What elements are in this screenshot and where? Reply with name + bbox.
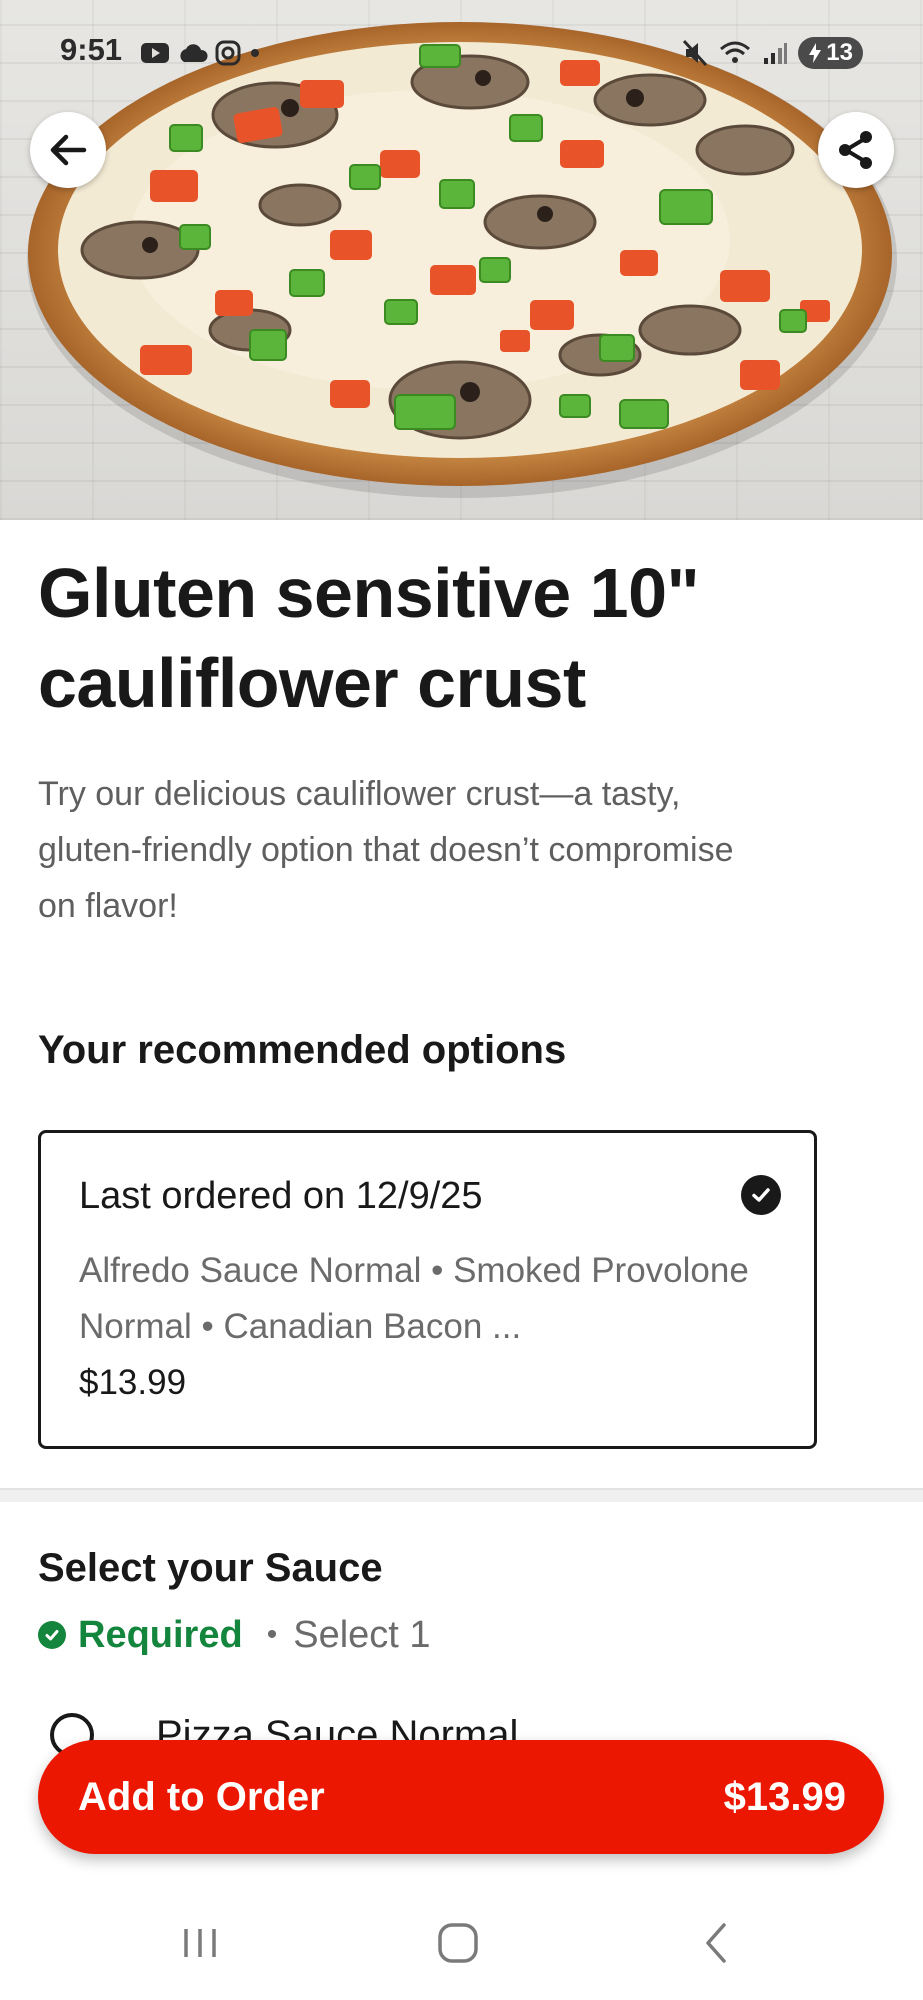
recommended-option-card[interactable]: Last ordered on 12/9/25 Alfredo Sauce No… bbox=[38, 1130, 817, 1449]
back-nav-icon bbox=[706, 1923, 726, 1963]
recent-apps-button[interactable] bbox=[140, 1886, 260, 2000]
system-nav-bar bbox=[0, 1886, 923, 2000]
status-left-icons bbox=[140, 38, 262, 68]
option-label: Last ordered on 12/9/25 bbox=[79, 1175, 483, 1217]
wifi-icon bbox=[720, 41, 751, 63]
sauce-heading: Select your Sauce bbox=[38, 1546, 383, 1590]
item-title: Gluten sensitive 10" cauliflower crust bbox=[38, 554, 700, 722]
arrow-left-icon bbox=[50, 134, 87, 166]
home-icon bbox=[438, 1923, 478, 1963]
add-to-order-button[interactable]: Add to Order $13.99 bbox=[38, 1740, 884, 1854]
back-nav-button[interactable] bbox=[656, 1886, 776, 2000]
checkmark-icon bbox=[741, 1175, 781, 1215]
select-hint: Select 1 bbox=[293, 1613, 431, 1656]
share-button[interactable] bbox=[818, 112, 894, 188]
signal-icon bbox=[764, 43, 788, 64]
mute-icon bbox=[683, 39, 708, 67]
required-check-icon bbox=[38, 1621, 66, 1649]
cloud-icon bbox=[180, 44, 208, 62]
status-right-icons: 13 bbox=[682, 36, 863, 70]
share-icon bbox=[839, 131, 872, 169]
pizza-image bbox=[27, 22, 897, 498]
section-divider bbox=[0, 1488, 923, 1502]
add-to-order-price: $13.99 bbox=[723, 1774, 846, 1819]
status-time: 9:51 bbox=[60, 32, 123, 67]
dot-icon bbox=[251, 49, 259, 57]
required-label: Required bbox=[78, 1613, 243, 1656]
battery-level: 13 bbox=[826, 39, 853, 66]
home-button[interactable] bbox=[398, 1886, 518, 2000]
status-bar: 9:51 13 bbox=[0, 30, 923, 76]
option-price: $13.99 bbox=[79, 1363, 187, 1402]
recent-apps-icon bbox=[184, 1929, 216, 1957]
item-description: Try our delicious cauliflower crust—a ta… bbox=[38, 775, 734, 925]
separator-dot: • bbox=[266, 1618, 278, 1651]
youtube-icon bbox=[141, 43, 169, 63]
hero-image: 9:51 13 bbox=[0, 0, 923, 520]
battery-icon: 13 bbox=[798, 37, 863, 69]
option-details: Alfredo Sauce Normal • Smoked Provolone … bbox=[79, 1251, 749, 1346]
back-button[interactable] bbox=[30, 112, 106, 188]
required-row: Required • Select 1 bbox=[38, 1610, 431, 1660]
camera-icon bbox=[215, 40, 241, 66]
recommended-heading: Your recommended options bbox=[38, 1028, 567, 1072]
add-to-order-label: Add to Order bbox=[78, 1774, 325, 1819]
